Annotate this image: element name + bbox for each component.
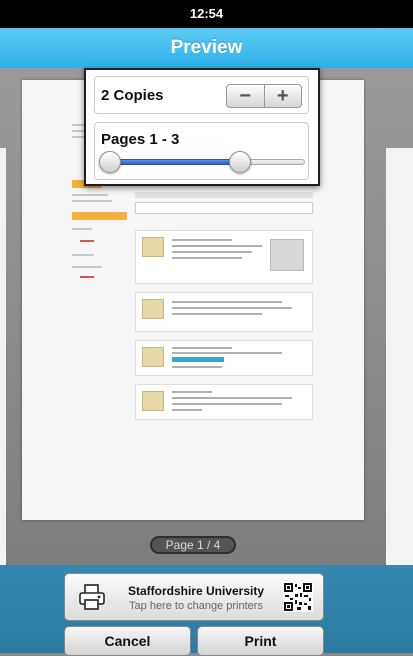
pages-label: Pages 1 - 3 (101, 131, 180, 148)
page-title: Preview (170, 37, 243, 58)
print-options-popover: 2 Copies − + Pages 1 - 3 (84, 68, 320, 186)
copies-stepper[interactable]: − + (226, 84, 302, 108)
printer-icon (79, 584, 105, 610)
qr-code-icon (283, 582, 313, 612)
nav-bar: Preview (0, 28, 413, 68)
status-bar: 12:54 (0, 0, 413, 28)
page-indicator: Page 1 / 4 (150, 536, 236, 554)
increment-copies-button[interactable]: + (265, 85, 302, 107)
next-page-preview[interactable] (386, 148, 413, 588)
document-main (135, 192, 313, 424)
decrement-copies-button[interactable]: − (227, 85, 264, 107)
cancel-button[interactable]: Cancel (64, 626, 191, 656)
copies-label: 2 Copies (101, 87, 164, 104)
page-range-end-handle[interactable] (228, 151, 251, 173)
print-button[interactable]: Print (197, 626, 324, 656)
page-indicator-label: Page 1 / 4 (165, 538, 221, 552)
copies-row: 2 Copies − + (94, 76, 309, 114)
pages-row: Pages 1 - 3 (94, 122, 309, 180)
page-range-slider-fill (109, 159, 240, 165)
page-range-start-handle[interactable] (99, 151, 121, 173)
printer-name: Staffordshire University (127, 584, 265, 598)
printer-hint: Tap here to change printers (129, 600, 263, 612)
previous-page-preview[interactable] (0, 148, 6, 588)
printer-selector[interactable]: Staffordshire University Tap here to cha… (64, 573, 324, 621)
status-time: 12:54 (189, 6, 224, 21)
